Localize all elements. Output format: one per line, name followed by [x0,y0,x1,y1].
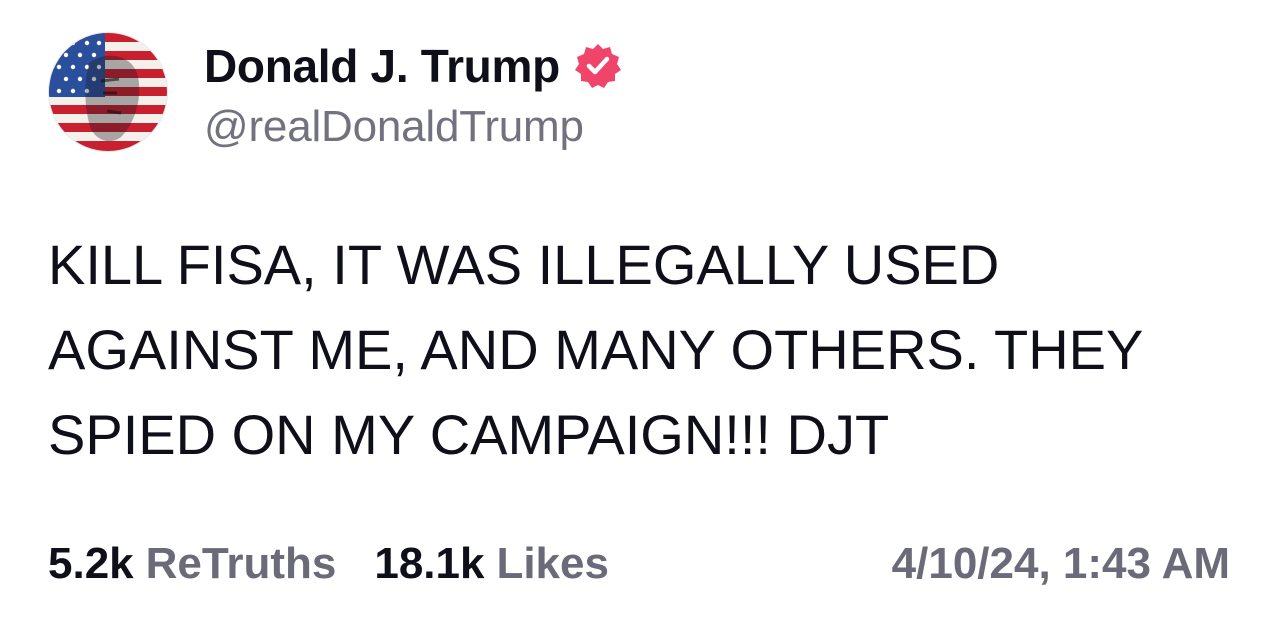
author-handle[interactable]: @realDonaldTrump [204,102,584,152]
author-name-row: Donald J. Trump [204,34,622,98]
post-stats: 5.2k ReTruths 18.1k Likes [48,534,609,594]
retruths-label[interactable]: ReTruths [146,539,337,589]
flag-portrait-avatar-icon [49,33,167,151]
retruths-count[interactable]: 5.2k [48,539,134,589]
verified-badge-icon [574,42,622,90]
likes-count[interactable]: 18.1k [374,539,484,589]
avatar[interactable] [48,32,168,152]
likes-label[interactable]: Likes [496,539,609,589]
post-text: KILL FISA, IT WAS ILLEGALLY USED AGAINST… [48,233,1144,466]
author-display-name[interactable]: Donald J. Trump [204,39,560,93]
post-timestamp: 4/10/24, 1:43 AM [891,539,1230,588]
